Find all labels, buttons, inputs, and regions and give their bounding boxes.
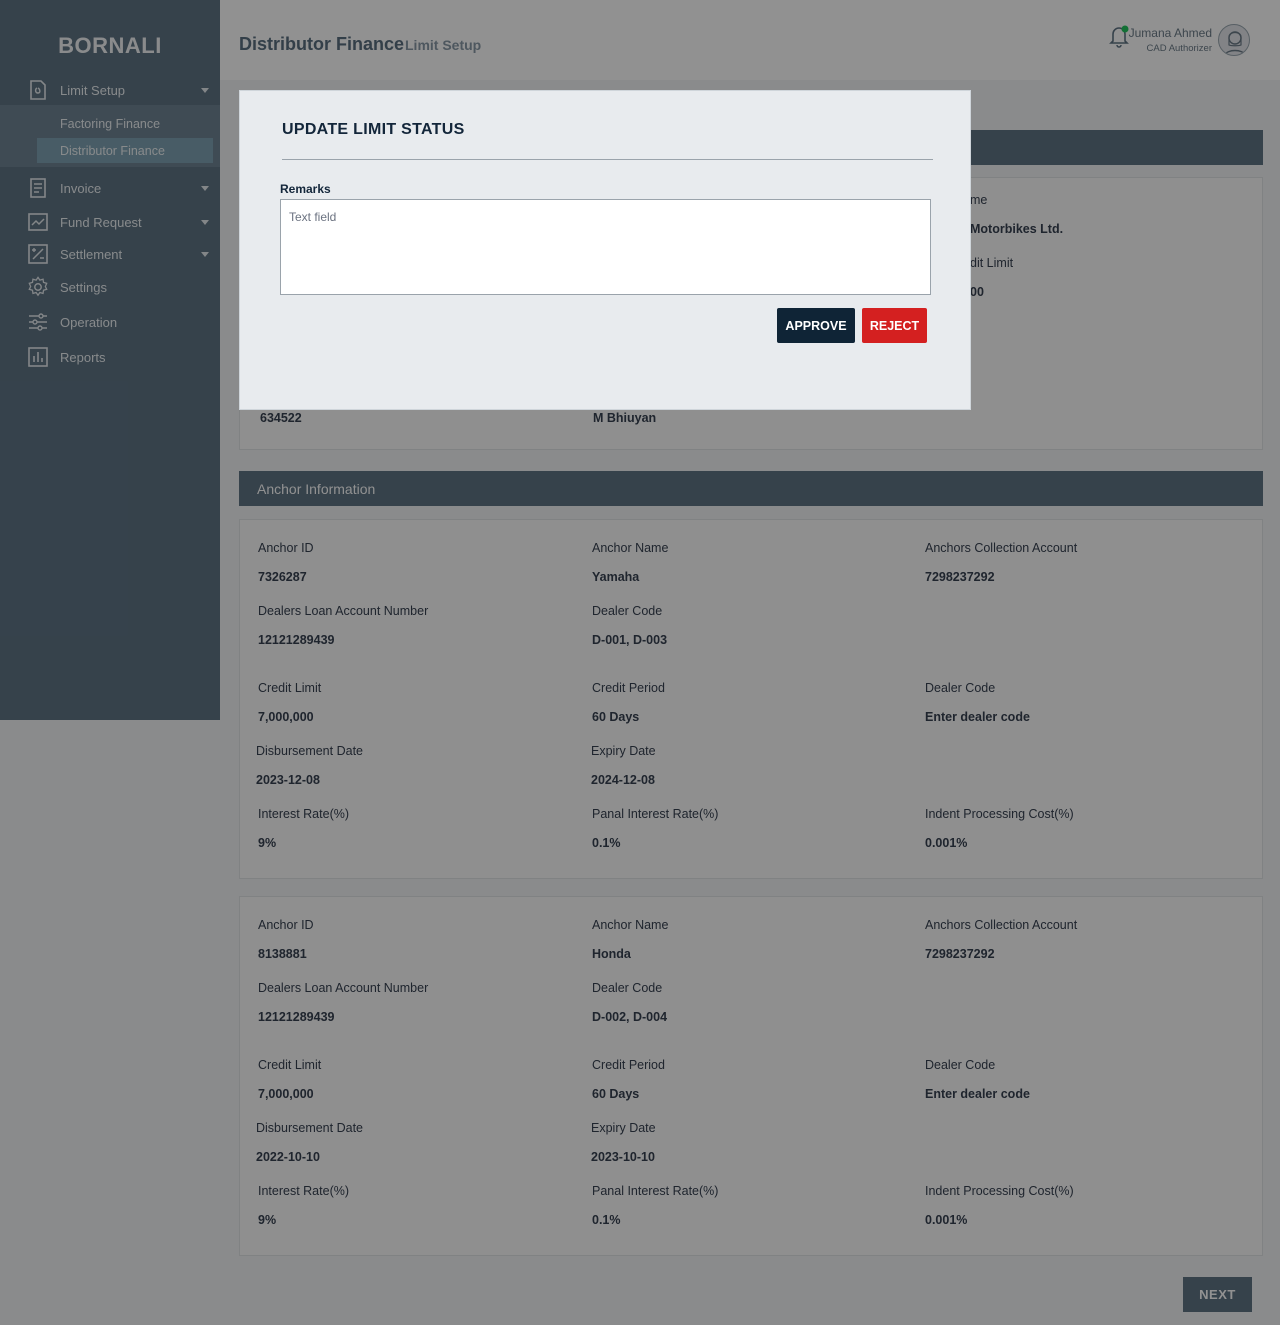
approve-button[interactable]: APPROVE [777,308,855,343]
reject-button[interactable]: REJECT [862,308,927,343]
remarks-input[interactable] [280,199,931,295]
update-limit-status-modal: UPDATE LIMIT STATUS Remarks APPROVE REJE… [239,90,971,410]
modal-divider [282,159,933,160]
modal-title: UPDATE LIMIT STATUS [282,121,465,138]
remarks-label: Remarks [280,182,331,196]
